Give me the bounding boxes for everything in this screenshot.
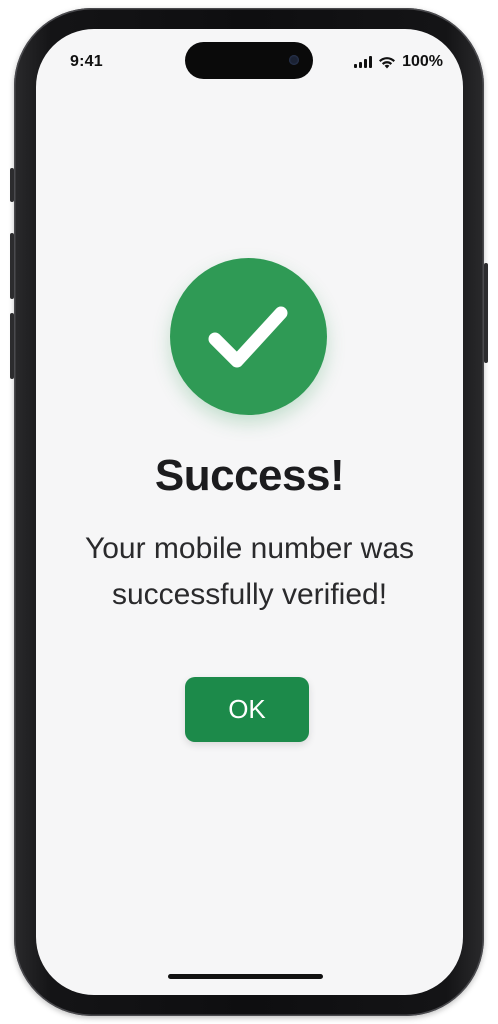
screen: 9:41 100% Success! Your mobile number wa…	[36, 29, 463, 995]
status-bar: 9:41 100%	[36, 29, 463, 89]
action-button	[10, 168, 14, 202]
home-indicator[interactable]	[168, 974, 323, 979]
front-camera-icon	[289, 55, 299, 65]
volume-down-button	[10, 313, 14, 379]
signal-icon	[354, 56, 373, 68]
dynamic-island	[185, 42, 313, 79]
battery-percentage: 100%	[402, 53, 443, 70]
success-badge	[170, 258, 327, 415]
volume-up-button	[10, 233, 14, 299]
success-message: Your mobile number was successfully veri…	[84, 532, 415, 611]
checkmark-icon	[208, 306, 288, 368]
ok-button[interactable]: OK	[185, 677, 309, 742]
status-indicators: 100%	[354, 52, 443, 72]
power-button	[484, 263, 488, 363]
wifi-icon	[378, 56, 396, 69]
success-title: Success!	[154, 451, 345, 500]
status-time: 9:41	[70, 53, 103, 70]
